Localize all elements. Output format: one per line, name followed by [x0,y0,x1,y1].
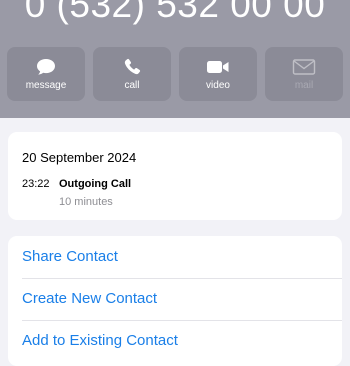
video-camera-icon [179,56,257,78]
call-type: Outgoing Call [59,178,132,190]
contact-phone-number: 0 (532) 532 00 00 [24,0,326,25]
message-button[interactable]: message [7,47,85,101]
recent-calls-card: 20 September 2024 23:22 Outgoing Call 10… [8,132,342,220]
video-button-label: video [206,80,230,91]
contact-options-card: Share Contact Create New Contact Add to … [8,236,342,366]
envelope-icon [265,56,343,78]
call-time: 23:22 [22,178,50,190]
call-button-label: call [124,80,140,91]
video-button[interactable]: video [179,47,257,101]
message-button-label: message [25,80,67,91]
call-button[interactable]: call [93,47,171,101]
message-bubble-icon [7,56,85,78]
share-contact-button[interactable]: Share Contact [22,236,342,278]
phone-icon [93,56,171,78]
contact-header: 0 (532) 532 00 00 message call video mai… [0,0,350,118]
add-to-existing-contact-button[interactable]: Add to Existing Contact [22,320,342,362]
quick-actions-bar: message call video mail [7,47,343,101]
mail-button[interactable]: mail [265,47,343,101]
create-new-contact-button[interactable]: Create New Contact [22,278,342,320]
call-duration: 10 minutes [59,196,113,208]
mail-button-label: mail [294,80,314,91]
recent-calls-date: 20 September 2024 [22,150,137,165]
